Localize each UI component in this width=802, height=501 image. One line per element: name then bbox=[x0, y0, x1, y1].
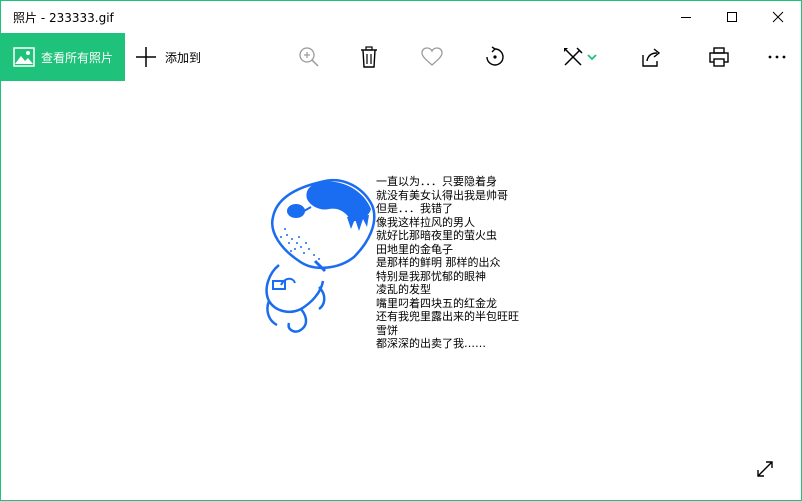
photos-app-window: 照片 - 233333.gif 查看所有照片 添加到 一直以为．．．只要隐着身 … bbox=[0, 0, 802, 501]
print-icon bbox=[709, 47, 729, 67]
image-caption-text: 一直以为．．．只要隐着身 就没有美女认得出我是帅哥 但是．．．我错了 像我这样拉… bbox=[376, 175, 519, 351]
caption-line: 还有我兜里露出来的半包旺旺 bbox=[376, 310, 519, 323]
add-to-button[interactable]: 添加到 bbox=[135, 33, 201, 81]
maximize-icon bbox=[727, 12, 737, 22]
caption-line: 特别是我那忧郁的眼神 bbox=[376, 269, 486, 283]
rotate-icon bbox=[486, 46, 504, 66]
chevron-down-icon bbox=[587, 54, 597, 61]
zoom-button[interactable] bbox=[293, 41, 325, 73]
delete-button[interactable] bbox=[353, 41, 385, 73]
heart-icon bbox=[421, 47, 443, 66]
print-button[interactable] bbox=[703, 41, 735, 73]
photos-icon bbox=[13, 46, 35, 68]
toolbar: 查看所有照片 添加到 bbox=[1, 33, 801, 81]
view-all-photos-button[interactable]: 查看所有照片 bbox=[1, 33, 125, 81]
caption-line: 雪饼 bbox=[376, 323, 398, 337]
caption-line: 是那样的鲜明 那样的出众 bbox=[376, 256, 501, 269]
window-title: 照片 - 233333.gif bbox=[13, 11, 114, 25]
more-icon bbox=[768, 55, 786, 59]
caption-line: 凌乱的发型 bbox=[376, 283, 431, 296]
title-bar: 照片 - 233333.gif bbox=[1, 1, 801, 33]
add-to-label: 添加到 bbox=[165, 50, 202, 65]
caption-line: 都深深的出卖了我…… bbox=[376, 337, 486, 350]
plus-icon bbox=[136, 47, 156, 67]
fullscreen-button[interactable] bbox=[749, 453, 781, 485]
view-all-photos-label: 查看所有照片 bbox=[41, 50, 114, 65]
edit-icon bbox=[564, 47, 583, 66]
rotate-button[interactable] bbox=[479, 41, 511, 73]
maximize-button[interactable] bbox=[709, 1, 755, 33]
minimize-icon bbox=[681, 17, 691, 18]
caption-line: 嘴里叼着四块五的红金龙 bbox=[376, 296, 497, 310]
share-icon bbox=[642, 48, 661, 67]
edit-create-button[interactable] bbox=[557, 41, 603, 73]
caption-line: 但是．．．我错了 bbox=[376, 202, 453, 215]
share-button[interactable] bbox=[635, 41, 667, 73]
delete-icon bbox=[361, 46, 377, 68]
caption-line: 像我这样拉风的男人 bbox=[376, 215, 475, 229]
favorite-button[interactable] bbox=[416, 41, 448, 73]
more-options-button[interactable] bbox=[761, 41, 793, 73]
image-canvas[interactable]: 一直以为．．．只要隐着身 就没有美女认得出我是帅哥 但是．．．我错了 像我这样拉… bbox=[1, 81, 801, 500]
zoom-icon bbox=[299, 47, 319, 67]
caption-line: 就好比那暗夜里的萤火虫 bbox=[376, 229, 497, 242]
close-icon bbox=[772, 11, 784, 23]
caption-line: 就没有美女认得出我是帅哥 bbox=[376, 188, 508, 202]
caption-line: 一直以为．．．只要隐着身 bbox=[376, 175, 497, 188]
expand-icon bbox=[757, 461, 773, 477]
close-button[interactable] bbox=[755, 1, 801, 33]
minimize-button[interactable] bbox=[663, 1, 709, 33]
caption-line: 田地里的金龟子 bbox=[376, 242, 453, 256]
